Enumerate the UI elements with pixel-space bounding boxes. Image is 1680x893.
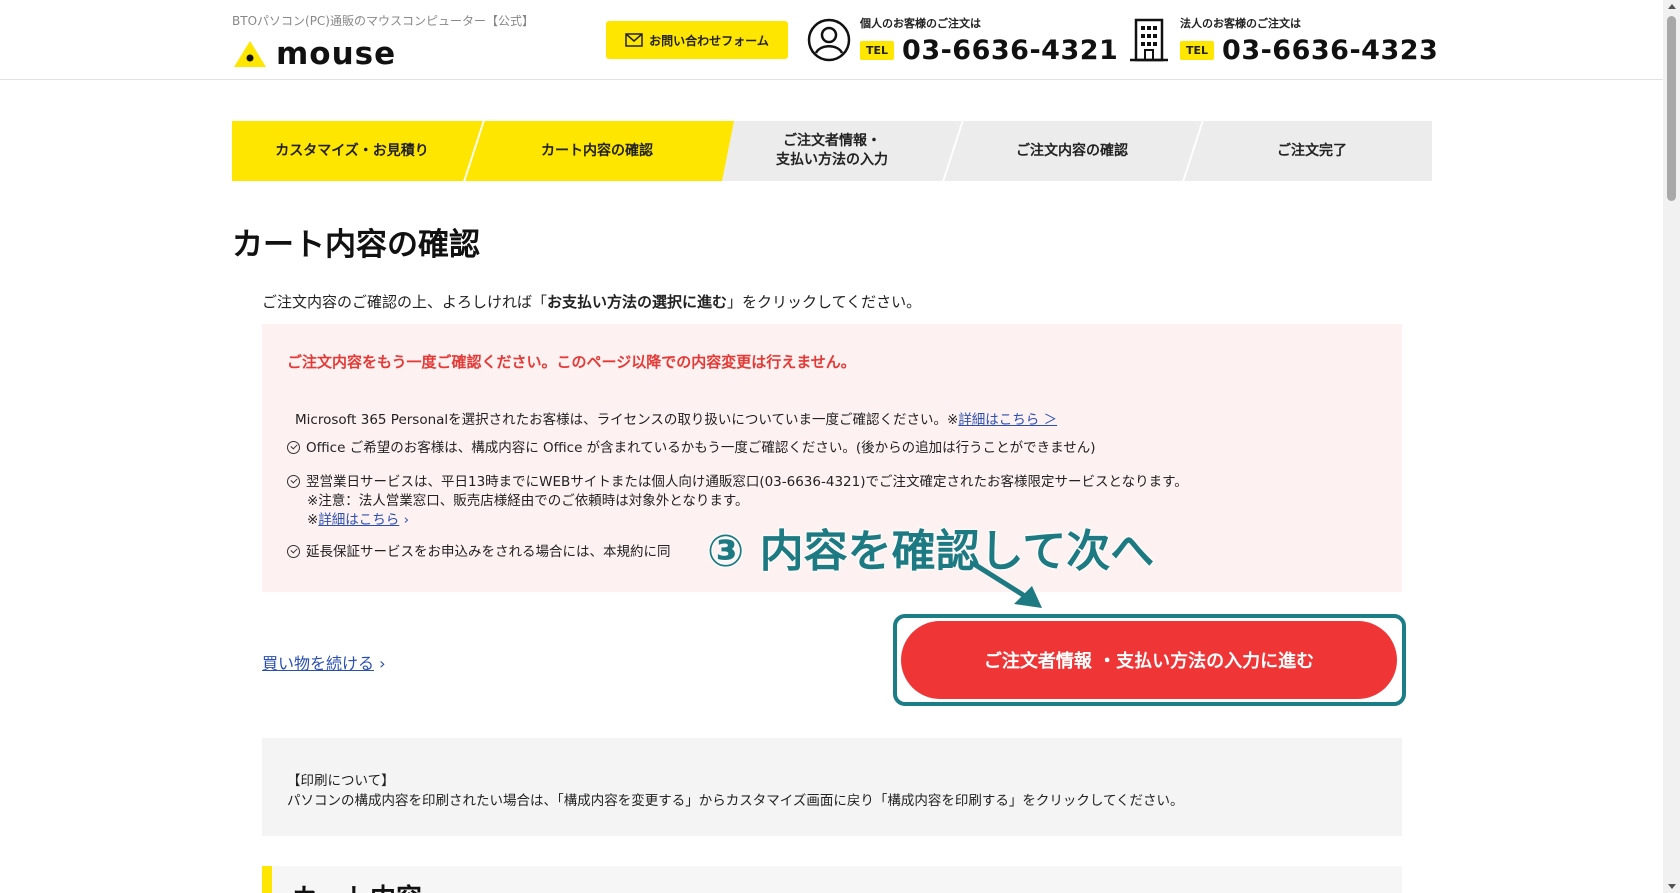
check-circle-icon <box>287 441 300 454</box>
nextday-detail: ※詳細はこちら › <box>307 508 409 528</box>
check-circle-icon <box>287 475 300 488</box>
page-title: カート内容の確認 <box>232 227 480 263</box>
chevron-right-icon: › <box>374 654 386 673</box>
corporate-caption: 法人のお客様のご注文は <box>1180 16 1301 30</box>
checkout-steps: カスタマイズ・お見積り カート内容の確認 ご注文者情報・ 支払い方法の入力 ご注… <box>232 121 1432 181</box>
step-order-review: ご注文内容の確認 <box>1016 142 1128 159</box>
step-complete: ご注文完了 <box>1277 142 1347 159</box>
step-cart-confirm: カート内容の確認 <box>541 142 653 159</box>
cart-contents-section: カート内容 <box>262 866 1402 893</box>
ms365-text: Microsoft 365 Personalを選択されたお客様は、ライセンスの取… <box>295 412 959 428</box>
check-circle-icon <box>287 545 300 558</box>
site-tagline: BTOパソコン(PC)通販のマウスコンピューター【公式】 <box>232 14 534 28</box>
ms365-notice: Microsoft 365 Personalを選択されたお客様は、ライセンスの取… <box>295 408 1057 428</box>
annotation-label: ③ 内容を確認して次へ <box>706 526 1155 578</box>
office-notice: Office ご希望のお客様は、構成内容に Office が含まれているかもう一… <box>287 436 1096 456</box>
nextday-link-prefix: ※ <box>307 512 319 528</box>
contact-form-button[interactable]: お問い合わせフォーム <box>606 21 788 59</box>
nextday-text: 翌営業日サービスは、平日13時までにWEBサイトまたは個人向け通販窓口(03-6… <box>306 474 1188 490</box>
site-header: BTOパソコン(PC)通販のマウスコンピューター【公式】 mouse お問い合わ… <box>0 0 1663 80</box>
cart-contents-heading: カート内容 <box>292 878 422 893</box>
office-text: Office ご希望のお客様は、構成内容に Office が含まれているかもう一… <box>306 440 1096 456</box>
chevron-right-icon: › <box>399 512 410 528</box>
intro-bold: お支払い方法の選択に進む <box>547 293 728 311</box>
continue-shopping: 買い物を続ける › <box>262 650 386 674</box>
print-info-box: 【印刷について】 パソコンの構成内容を印刷されたい場合は、「構成内容を変更する」… <box>262 738 1402 836</box>
tel-badge: TEL <box>860 40 895 60</box>
section-accent-bar <box>262 866 272 893</box>
scroll-down-icon[interactable] <box>1668 884 1676 889</box>
print-info-title: 【印刷について】 <box>287 773 395 789</box>
intro-text: ご注文内容のご確認の上、よろしければ「お支払い方法の選択に進む」をクリックしてく… <box>262 291 921 312</box>
personal-phone: 個人のお客様のご注文は TEL 03-6636-4321 <box>806 14 1118 66</box>
step-orderer-info: ご注文者情報・ 支払い方法の入力 <box>712 121 952 181</box>
corporate-phone: 法人のお客様のご注文は TEL 03-6636-4323 <box>1126 14 1438 66</box>
tel-badge: TEL <box>1180 40 1215 60</box>
logo-text: mouse <box>276 35 397 72</box>
continue-shopping-link[interactable]: 買い物を続ける <box>262 654 374 673</box>
nextday-note: ※注意：法人営業窓口、販売店様経由でのご依頼時は対象外となります。 <box>307 493 749 509</box>
step-orderer-info-line2: 支払い方法の入力 <box>776 152 888 168</box>
scroll-up-icon[interactable] <box>1668 4 1676 9</box>
annotation-arrow-icon <box>971 561 1042 608</box>
step-orderer-info-line1: ご注文者情報・ <box>783 133 881 150</box>
scroll-thumb[interactable] <box>1667 16 1676 201</box>
contact-form-label: お問い合わせフォーム <box>649 33 769 48</box>
ms365-detail-link[interactable]: 詳細はこちら ＞ <box>958 412 1057 428</box>
warranty-text: 延長保証サービスをお申込みをされる場合には、本規約に同 <box>306 544 671 560</box>
intro-after: 」をクリックしてください。 <box>727 293 922 311</box>
proceed-to-orderer-info-button[interactable]: ご注文者情報 ・支払い方法の入力に進む <box>901 621 1397 699</box>
step-customize: カスタマイズ・お見積り <box>275 142 429 159</box>
mouse-logo[interactable]: mouse <box>232 36 396 72</box>
notice-heading: ご注文内容をもう一度ご確認ください。このページ以降での内容変更は行えません。 <box>287 353 856 371</box>
intro-before: ご注文内容のご確認の上、よろしければ「 <box>262 293 548 311</box>
mail-icon <box>625 33 643 47</box>
corporate-phone-number[interactable]: 03-6636-4323 <box>1222 35 1438 66</box>
personal-caption: 個人のお客様のご注文は <box>860 16 981 30</box>
nextday-notice: 翌営業日サービスは、平日13時までにWEBサイトまたは個人向け通販窓口(03-6… <box>287 470 1188 490</box>
building-icon <box>1126 17 1172 63</box>
nextday-detail-link[interactable]: 詳細はこちら <box>318 512 399 528</box>
scrollbar[interactable] <box>1663 0 1680 893</box>
logo-triangle-icon <box>232 39 268 69</box>
print-info-body: パソコンの構成内容を印刷されたい場合は、「構成内容を変更する」からカスタマイズ画… <box>287 793 1184 809</box>
personal-phone-number[interactable]: 03-6636-4321 <box>902 35 1118 66</box>
person-icon <box>806 17 852 63</box>
warranty-notice: 延長保証サービスをお申込みをされる場合には、本規約に同 <box>287 540 671 560</box>
